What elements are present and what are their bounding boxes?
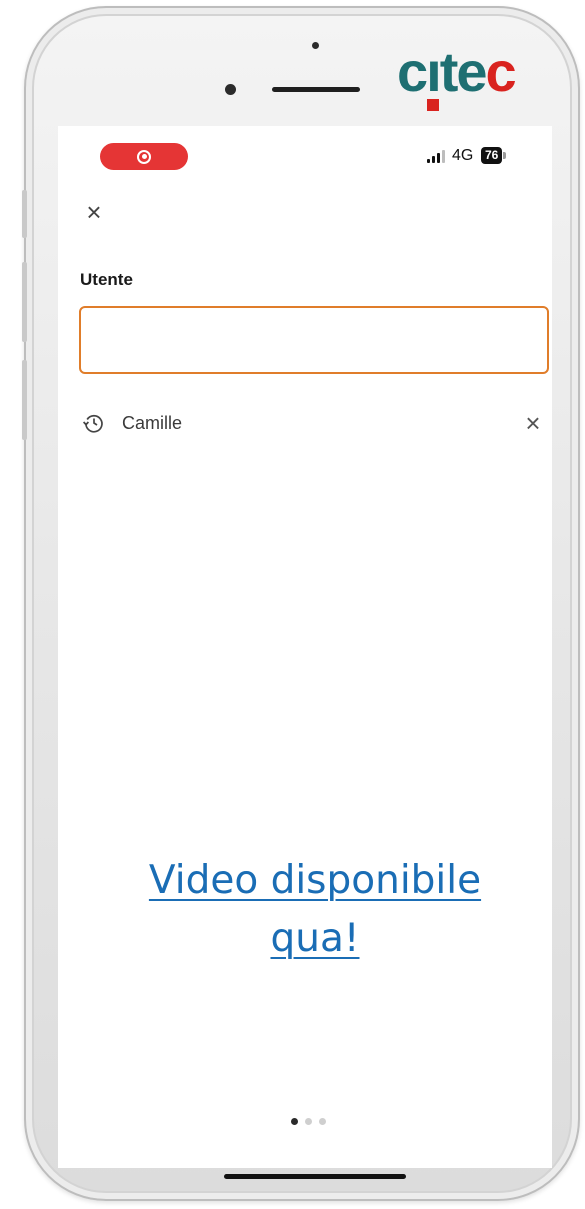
- close-icon: ×: [86, 197, 102, 227]
- citec-logo: c ı te c: [397, 42, 517, 111]
- recent-user-item[interactable]: Camille ×: [58, 406, 552, 442]
- battery-level: 76: [481, 147, 503, 164]
- volume-up-button: [22, 262, 27, 342]
- remove-recent-icon[interactable]: ×: [520, 410, 546, 436]
- close-button[interactable]: ×: [81, 199, 107, 225]
- page-dot-3: [319, 1118, 326, 1125]
- earpiece-speaker: [272, 87, 360, 92]
- history-icon: [82, 414, 103, 433]
- proximity-sensor: [312, 42, 319, 49]
- page-indicator[interactable]: [291, 1118, 326, 1125]
- user-field-label: Utente: [80, 270, 133, 289]
- recent-user-name: Camille: [122, 413, 183, 433]
- cellular-signal-icon: [427, 149, 445, 163]
- user-input[interactable]: [79, 306, 549, 374]
- home-indicator[interactable]: [224, 1174, 406, 1179]
- page-dot-1: [291, 1118, 298, 1125]
- screen-recording-indicator[interactable]: [100, 143, 188, 170]
- mute-switch: [22, 190, 27, 238]
- page-dot-2: [305, 1118, 312, 1125]
- battery-icon: 76: [481, 147, 507, 164]
- status-bar: 4G 76: [58, 126, 552, 180]
- record-icon: [137, 149, 151, 164]
- volume-down-button: [22, 360, 27, 440]
- front-camera: [225, 84, 236, 95]
- network-type: 4G: [452, 147, 474, 164]
- video-available-link[interactable]: Video disponibile qua!: [78, 852, 552, 968]
- phone-screen: 4G 76 × Utente Camille × Video disponibi…: [58, 126, 552, 1179]
